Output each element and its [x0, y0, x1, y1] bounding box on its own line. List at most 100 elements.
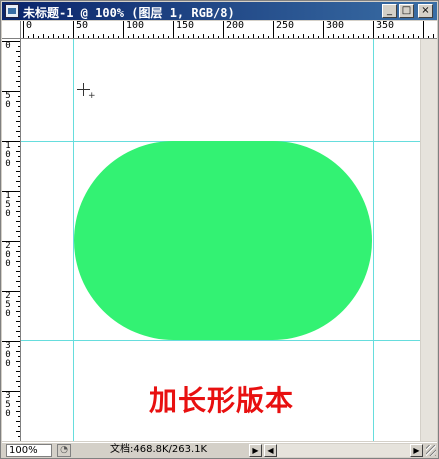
ruler-tick: [2, 391, 20, 392]
ruler-tick: [128, 36, 129, 38]
ruler-label: 0: [5, 41, 11, 51]
status-bar: 100% ◔ 文档:468.8K/263.1K ▶ ◀ ▶: [2, 442, 437, 458]
navigator-button[interactable]: ◔: [57, 444, 71, 457]
arrow-right-icon: ▶: [252, 446, 259, 455]
ruler-tick: [18, 236, 20, 237]
ruler-tick: [2, 41, 20, 42]
ruler-tick: [18, 46, 20, 47]
scroll-right-button[interactable]: ▶: [410, 444, 423, 457]
ruler-tick: [18, 326, 20, 327]
ruler-tick: [173, 21, 174, 38]
ruler-tick: [18, 436, 20, 437]
ruler-tick: [18, 386, 20, 387]
ruler-tick: [18, 76, 20, 77]
minimize-button[interactable]: _: [382, 4, 397, 18]
ruler-tick: [178, 36, 179, 38]
ruler-tick: [18, 96, 20, 97]
ruler-tick: [78, 36, 79, 38]
ruler-tick: [93, 34, 94, 38]
maximize-button[interactable]: □: [399, 4, 414, 18]
ruler-tick: [2, 191, 20, 192]
ruler-tick: [238, 36, 239, 38]
ruler-label: 300: [326, 21, 345, 31]
ruler-tick: [103, 34, 104, 38]
title-bar[interactable]: 未标题-1 @ 100% (图层 1, RGB/8) _ □ ×: [2, 2, 437, 20]
ruler-tick: [18, 86, 20, 87]
ruler-tick: [16, 371, 20, 372]
image-canvas[interactable]: + 加长形版本: [21, 39, 420, 441]
document-window: 未标题-1 @ 100% (图层 1, RGB/8) _ □ × 0 50 10…: [0, 0, 439, 459]
horizontal-scrollbar[interactable]: [264, 444, 414, 457]
close-button[interactable]: ×: [418, 4, 433, 18]
ruler-tick: [18, 376, 20, 377]
ruler-label: 150: [176, 21, 195, 31]
vertical-scrollbar[interactable]: [421, 39, 437, 441]
ruler-tick: [113, 34, 114, 38]
horizontal-ruler[interactable]: 0 50 100 150 200 250 300 350: [21, 21, 437, 39]
zoom-input[interactable]: 100%: [6, 444, 52, 457]
ruler-tick: [16, 211, 20, 212]
ruler-tick: [163, 34, 164, 38]
ruler-tick: [298, 36, 299, 38]
ruler-tick: [16, 181, 20, 182]
ruler-tick: [88, 36, 89, 38]
ruler-tick: [18, 206, 20, 207]
ruler-tick: [148, 36, 149, 38]
rounded-rectangle-shape[interactable]: [74, 141, 372, 340]
ruler-tick: [18, 146, 20, 147]
ruler-origin[interactable]: [2, 21, 21, 39]
ruler-tick: [18, 166, 20, 167]
ruler-tick: [368, 36, 369, 38]
vertical-guide[interactable]: [373, 39, 374, 441]
ruler-tick: [73, 21, 74, 38]
ruler-tick: [348, 36, 349, 38]
ruler-tick: [16, 121, 20, 122]
ruler-tick: [418, 36, 419, 38]
ruler-tick: [16, 131, 20, 132]
resize-grip-icon[interactable]: [426, 445, 436, 456]
scroll-left-button[interactable]: ◀: [264, 444, 277, 457]
status-menu-button[interactable]: ▶: [249, 444, 262, 457]
ruler-tick: [168, 36, 169, 38]
ruler-tick: [273, 21, 274, 38]
ruler-label: 50: [76, 21, 89, 31]
ruler-tick: [58, 36, 59, 38]
arrow-right-icon: ▶: [413, 446, 420, 455]
ruler-tick: [33, 34, 34, 38]
document-size-info: 文档:468.8K/263.1K: [110, 444, 208, 455]
ruler-tick: [263, 34, 264, 38]
ruler-label: 2 5 0: [5, 291, 11, 319]
ruler-tick: [43, 34, 44, 38]
ruler-tick: [16, 61, 20, 62]
ruler-tick: [16, 271, 20, 272]
ruler-tick: [18, 406, 20, 407]
ruler-tick: [16, 311, 20, 312]
ruler-tick: [18, 286, 20, 287]
ruler-tick: [108, 36, 109, 38]
horizontal-guide[interactable]: [21, 340, 420, 341]
ruler-tick: [18, 136, 20, 137]
ruler-tick: [48, 36, 49, 38]
ruler-tick: [308, 36, 309, 38]
ruler-tick: [383, 34, 384, 38]
ruler-tick: [16, 431, 20, 432]
arrow-left-icon: ◀: [267, 446, 274, 455]
ruler-tick: [16, 321, 20, 322]
ruler-tick: [193, 34, 194, 38]
ruler-tick: [38, 36, 39, 38]
ruler-tick: [318, 36, 319, 38]
ruler-tick: [16, 221, 20, 222]
ruler-tick: [228, 36, 229, 38]
ruler-tick: [248, 36, 249, 38]
vertical-ruler[interactable]: 0 5 0 1 0 0 1 5 0 2 0 0 2 5 0 3 0 0 3 5 …: [2, 39, 21, 441]
ruler-tick: [16, 201, 20, 202]
ruler-tick: [233, 34, 234, 38]
ruler-tick: [18, 346, 20, 347]
ruler-tick: [16, 111, 20, 112]
ruler-label: 1 5 0: [5, 191, 11, 219]
ruler-tick: [278, 36, 279, 38]
ruler-tick: [18, 336, 20, 337]
maximize-icon: □: [401, 5, 412, 16]
ruler-tick: [18, 296, 20, 297]
ruler-tick: [378, 36, 379, 38]
